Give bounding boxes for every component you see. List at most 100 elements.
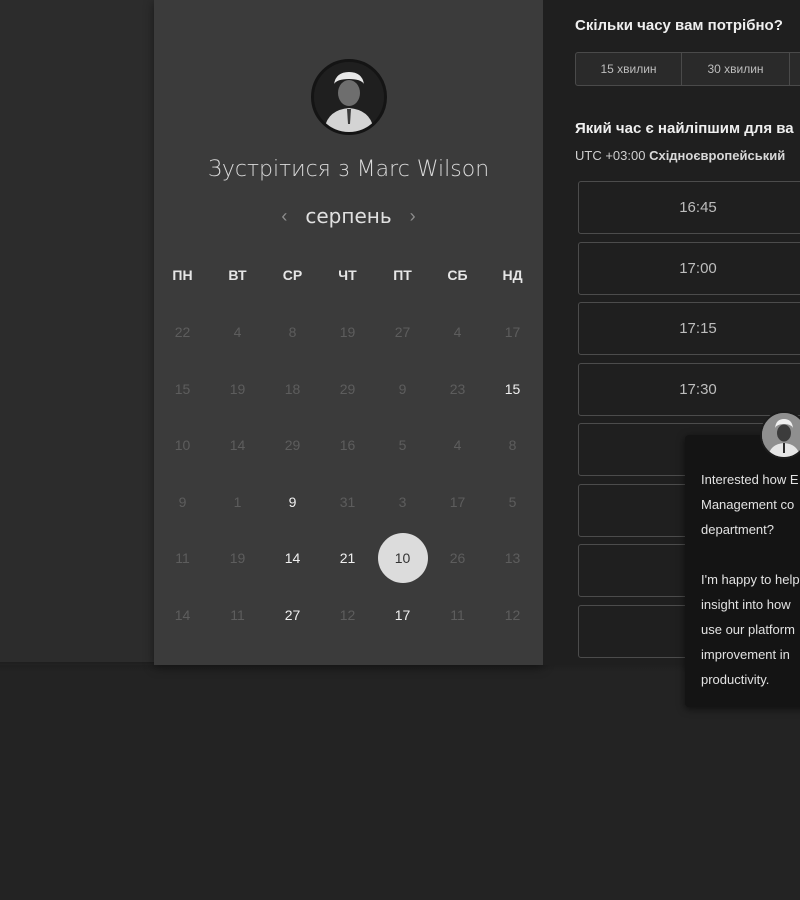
calendar-day-number: 14 — [284, 550, 301, 567]
calendar-day-number: 4 — [453, 437, 462, 454]
chat-popup[interactable]: Interested how E Management co department?… — [685, 435, 800, 707]
calendar-day-unavailable: 1 — [210, 474, 265, 531]
timezone-label[interactable]: UTC +03:00 Східноєвропейський — [575, 148, 785, 163]
calendar-day-unavailable: 29 — [265, 417, 320, 474]
calendar-day-unavailable: 17 — [430, 474, 485, 531]
calendar-day-number: 8 — [288, 324, 297, 341]
calendar-day-unavailable: 5 — [485, 474, 540, 531]
calendar-day-available[interactable]: 9 — [265, 474, 320, 531]
chat-avatar[interactable] — [760, 411, 800, 459]
duration-option-more[interactable] — [790, 53, 800, 85]
calendar-day-number: 10 — [174, 437, 191, 454]
calendar-days-grid: 22 4 8 19 27 4 17 15 19 18 29 9 23 15 10 14 29 16 5 4 8 9 1 9 31… — [155, 304, 543, 643]
calendar-day-available[interactable]: 21 — [320, 530, 375, 587]
calendar-day-number: 8 — [508, 437, 517, 454]
calendar-day-unavailable: 12 — [485, 587, 540, 644]
chat-message-line: Interested how E — [701, 472, 799, 487]
calendar-day-number: 19 — [229, 380, 246, 397]
calendar-day-number: 14 — [229, 437, 246, 454]
calendar-panel: Зустрітися з Marc Wilson ‹ серпень › ПН В… — [154, 0, 543, 665]
calendar-day-number: 26 — [449, 550, 466, 567]
calendar-day-unavailable: 19 — [320, 304, 375, 361]
month-navigator: ‹ серпень › — [154, 204, 543, 228]
time-slot-button[interactable]: 17:30 — [578, 362, 800, 416]
calendar-day-unavailable: 19 — [210, 361, 265, 418]
calendar-day-unavailable: 9 — [155, 474, 210, 531]
duration-option-30[interactable]: 30 хвилин — [682, 53, 790, 85]
calendar-day-number: 29 — [284, 437, 301, 454]
time-slot-button[interactable]: 16:45 — [578, 181, 800, 234]
calendar-day-unavailable: 4 — [430, 417, 485, 474]
duration-options: 15 хвилин 30 хвилин — [575, 52, 800, 86]
calendar-day-number: 15 — [174, 380, 191, 397]
weekday-header: ПН ВТ СР ЧТ ПТ СБ НД — [155, 267, 543, 283]
time-slot-button[interactable]: 17:15 — [578, 302, 800, 355]
calendar-day-unavailable: 12 — [320, 587, 375, 644]
calendar-day-unavailable: 11 — [430, 587, 485, 644]
timezone-offset: UTC +03:00 — [575, 148, 646, 163]
duration-option-15[interactable]: 15 хвилин — [576, 53, 682, 85]
calendar-day-available[interactable]: 15 — [485, 361, 540, 418]
calendar-day-number: 21 — [339, 550, 356, 567]
calendar-day-unavailable: 9 — [375, 361, 430, 418]
calendar-day-available[interactable]: 17 — [375, 587, 430, 644]
calendar-day-unavailable: 3 — [375, 474, 430, 531]
weekday-label: ЧТ — [338, 267, 357, 283]
weekday-label: СР — [282, 267, 303, 283]
calendar-day-number: 1 — [233, 493, 242, 510]
host-name: Marc Wilson — [356, 157, 490, 182]
chat-message-line — [701, 542, 800, 567]
calendar-day-number: 23 — [449, 380, 466, 397]
calendar-day-available[interactable]: 14 — [265, 530, 320, 587]
chat-message-line: productivity. — [701, 672, 770, 687]
calendar-day-unavailable: 22 — [155, 304, 210, 361]
calendar-day-number: 12 — [504, 606, 521, 623]
calendar-day-unavailable: 29 — [320, 361, 375, 418]
calendar-day-number: 27 — [284, 606, 301, 623]
chat-message-line: Management co — [701, 497, 795, 512]
calendar-day-number: 14 — [174, 606, 191, 623]
calendar-day-number: 16 — [339, 437, 356, 454]
calendar-day-number: 17 — [449, 493, 466, 510]
calendar-day-unavailable: 4 — [430, 304, 485, 361]
time-slot-button[interactable]: 17:00 — [578, 241, 800, 295]
chat-message-line: improvement in — [701, 647, 790, 662]
calendar-day-unavailable: 31 — [320, 474, 375, 531]
calendar-day-unavailable: 8 — [265, 304, 320, 361]
calendar-day-unavailable: 16 — [320, 417, 375, 474]
calendar-day-unavailable: 18 — [265, 361, 320, 418]
chat-message-line: use our platform — [701, 622, 795, 637]
chevron-right-icon[interactable]: › — [406, 206, 420, 227]
timezone-name: Східноєвропейський — [649, 148, 786, 163]
calendar-day-selected[interactable]: 10 — [375, 530, 430, 587]
calendar-day-number: 9 — [398, 380, 407, 397]
calendar-day-unavailable: 13 — [485, 530, 540, 587]
calendar-day-number: 19 — [339, 324, 356, 341]
weekday-label: ПТ — [393, 267, 412, 283]
calendar-day-number: 11 — [230, 606, 245, 623]
calendar-day-number: 5 — [398, 437, 407, 454]
calendar-day-number: 19 — [229, 550, 246, 567]
meeting-title-prefix: Зустрітися з — [207, 157, 357, 182]
calendar-day-number: 22 — [174, 324, 191, 341]
calendar-day-number: 29 — [339, 380, 356, 397]
calendar-day-unavailable: 8 — [485, 417, 540, 474]
calendar-day-number: 9 — [178, 493, 187, 510]
calendar-day-number: 3 — [398, 493, 407, 510]
weekday-label: ПН — [172, 267, 193, 283]
chat-message-line: I'm happy to help — [701, 572, 800, 587]
month-label: серпень — [305, 204, 392, 228]
calendar-day-number: 5 — [508, 493, 517, 510]
calendar-day-unavailable: 26 — [430, 530, 485, 587]
calendar-day-unavailable: 17 — [485, 304, 540, 361]
calendar-day-unavailable: 11 — [210, 587, 265, 644]
calendar-day-number: 4 — [453, 324, 462, 341]
calendar-day-available[interactable]: 27 — [265, 587, 320, 644]
calendar-day-number: 11 — [450, 606, 465, 623]
calendar-day-number: 18 — [284, 380, 301, 397]
chevron-left-icon[interactable]: ‹ — [277, 206, 291, 227]
weekday-label: ВТ — [228, 267, 247, 283]
calendar-day-unavailable: 19 — [210, 530, 265, 587]
person-avatar-icon — [314, 62, 384, 132]
calendar-day-unavailable: 10 — [155, 417, 210, 474]
